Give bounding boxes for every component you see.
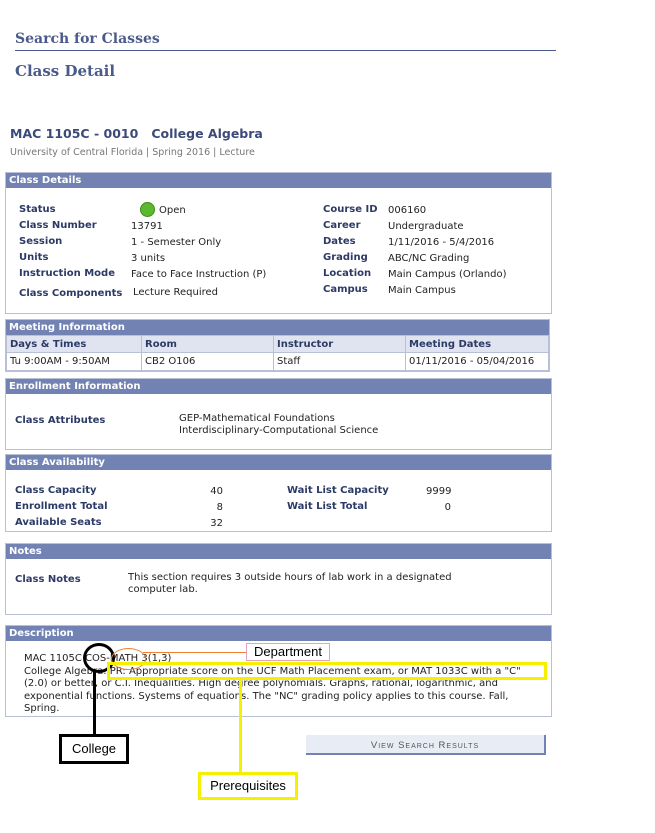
- course-id-value: 006160: [388, 205, 427, 216]
- class-notes-line-2: computer lab.: [128, 584, 198, 595]
- college-annotation: College: [59, 734, 129, 764]
- meeting-info-panel: Meeting Information Days & Times Room In…: [5, 319, 550, 372]
- cell-room: CB2 O106: [141, 352, 274, 371]
- panel-header: Enrollment Information: [6, 379, 551, 394]
- class-availability-panel: Class Availability Class Capacity 40 Enr…: [5, 454, 552, 532]
- department-annotation: Department: [246, 643, 330, 661]
- cell-meeting-dates: 01/11/2016 - 05/04/2016: [405, 352, 549, 371]
- college-connector-line: [93, 670, 96, 736]
- course-title: MAC 1105C - 0010 College Algebra: [10, 126, 263, 141]
- cell-days-times: Tu 9:00AM - 9:50AM: [6, 352, 142, 371]
- grading-label: Grading: [323, 252, 368, 263]
- career-value: Undergraduate: [388, 221, 464, 232]
- panel-header: Description: [6, 626, 551, 641]
- class-attributes-label: Class Attributes: [15, 415, 106, 426]
- session-value: 1 - Semester Only: [131, 237, 222, 248]
- status-open-icon: [140, 202, 155, 217]
- career-label: Career: [323, 220, 361, 231]
- class-attribute-2: Interdisciplinary-Computational Science: [179, 425, 379, 436]
- class-notes-line-1: This section requires 3 outside hours of…: [128, 572, 452, 583]
- wait-list-capacity-label: Wait List Capacity: [287, 485, 389, 496]
- enrollment-total-label: Enrollment Total: [15, 501, 108, 512]
- class-number-label: Class Number: [19, 220, 97, 231]
- wait-list-capacity-value: 9999: [426, 486, 452, 497]
- class-components-label: Class Components: [19, 288, 123, 299]
- grading-value: ABC/NC Grading: [388, 253, 470, 264]
- notes-panel: Notes Class Notes This section requires …: [5, 543, 552, 615]
- campus-label: Campus: [323, 284, 368, 295]
- prerequisites-connector-line: [239, 677, 242, 774]
- instruction-mode-label: Instruction Mode: [19, 268, 115, 279]
- course-id-label: Course ID: [323, 204, 378, 215]
- class-components-value: Lecture Required: [133, 287, 219, 298]
- page-title: Class Detail: [15, 62, 116, 80]
- campus-value: Main Campus: [388, 285, 456, 296]
- dates-value: 1/11/2016 - 5/4/2016: [388, 237, 495, 248]
- class-details-panel: Class Details Status Open Class Number 1…: [5, 172, 552, 314]
- instruction-mode-value: Face to Face Instruction (P): [131, 269, 267, 280]
- prerequisites-highlight-box: [107, 662, 547, 680]
- wait-list-total-label: Wait List Total: [287, 501, 368, 512]
- search-title: Search for Classes: [15, 31, 556, 51]
- prerequisites-annotation: Prerequisites: [198, 772, 298, 800]
- location-value: Main Campus (Orlando): [388, 269, 507, 280]
- table-row: Tu 9:00AM - 9:50AM CB2 O106 Staff 01/11/…: [6, 352, 549, 371]
- view-search-results-button[interactable]: View Search Results: [306, 735, 546, 755]
- col-instructor: Instructor: [273, 335, 406, 353]
- panel-header: Class Details: [6, 173, 551, 188]
- class-capacity-value: 40: [210, 486, 223, 497]
- page-header: Search for Classes Class Detail: [15, 31, 556, 80]
- status-value: Open: [159, 205, 186, 216]
- col-room: Room: [141, 335, 274, 353]
- status-label: Status: [19, 204, 56, 215]
- available-seats-label: Available Seats: [15, 517, 102, 528]
- cell-instructor: Staff: [273, 352, 406, 371]
- meeting-table: Days & Times Room Instructor Meeting Dat…: [6, 335, 549, 371]
- location-label: Location: [323, 268, 372, 279]
- table-header-row: Days & Times Room Instructor Meeting Dat…: [6, 335, 549, 353]
- description-line: Spring.: [24, 703, 60, 714]
- panel-header: Class Availability: [6, 455, 551, 470]
- enrollment-total-value: 8: [216, 502, 223, 513]
- units-value: 3 units: [131, 253, 166, 264]
- panel-header: Meeting Information: [6, 320, 549, 335]
- class-attribute-1: GEP-Mathematical Foundations: [179, 413, 335, 424]
- description-line: exponential functions. Systems of equati…: [24, 690, 509, 702]
- class-capacity-label: Class Capacity: [15, 485, 97, 496]
- col-meeting-dates: Meeting Dates: [405, 335, 549, 353]
- dates-label: Dates: [323, 236, 356, 247]
- department-connector-line: [143, 652, 247, 653]
- col-days-times: Days & Times: [6, 335, 142, 353]
- panel-header: Notes: [6, 544, 551, 559]
- enrollment-info-panel: Enrollment Information Class Attributes …: [5, 378, 552, 450]
- course-subtitle: University of Central Florida | Spring 2…: [10, 147, 255, 158]
- session-label: Session: [19, 236, 63, 247]
- class-notes-label: Class Notes: [15, 574, 81, 585]
- units-label: Units: [19, 252, 49, 263]
- available-seats-value: 32: [210, 518, 223, 529]
- wait-list-total-value: 0: [444, 502, 451, 513]
- class-number-value: 13791: [131, 221, 163, 232]
